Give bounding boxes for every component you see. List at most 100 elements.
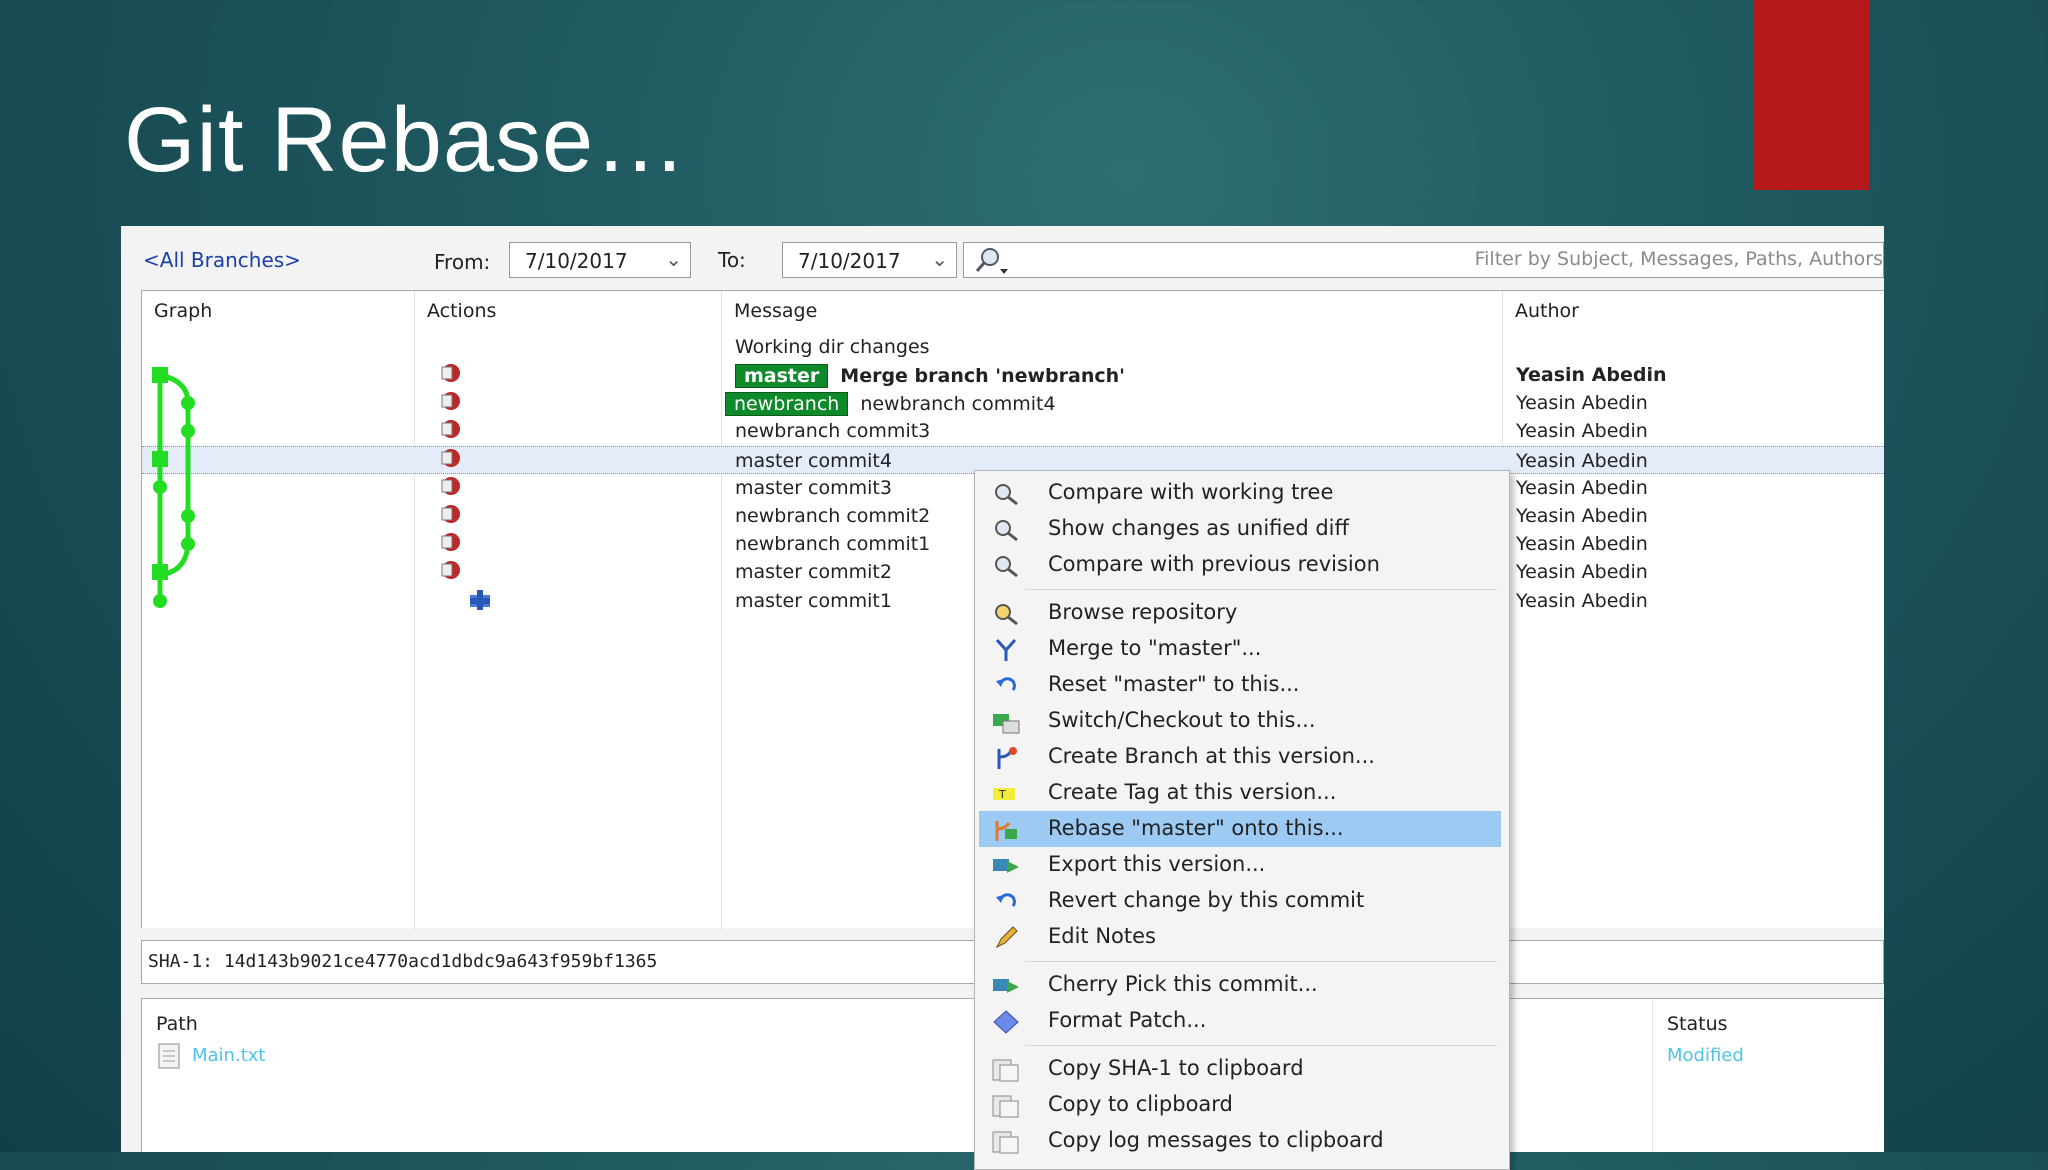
menu-item-label: Cherry Pick this commit... [1048, 972, 1318, 996]
menu-item-label: Create Tag at this version... [1048, 780, 1337, 804]
chevron-down-icon[interactable]: ⌄ [665, 247, 682, 271]
undo-arrow-icon [996, 893, 1016, 907]
from-label: From: [434, 250, 491, 274]
filter-placeholder: Filter by Subject, Messages, Paths, Auth… [1474, 248, 1883, 270]
menu-item-label: Copy SHA-1 to clipboard [1048, 1056, 1304, 1080]
menu-item-copy-clipboard[interactable]: Copy to clipboard [979, 1087, 1501, 1123]
commit-action-icon[interactable] [438, 476, 462, 498]
commit-action-icon[interactable] [438, 448, 462, 470]
menu-item-label: Copy to clipboard [1048, 1092, 1233, 1116]
column-header-path[interactable]: Path [156, 1013, 198, 1035]
menu-item-label: Format Patch... [1048, 1008, 1207, 1032]
menu-item-unified-diff[interactable]: Show changes as unified diff [979, 511, 1501, 547]
commit-author: Yeasin Abedin [1516, 533, 1648, 555]
menu-item-create-tag[interactable]: T Create Tag at this version... [979, 775, 1501, 811]
menu-item-label: Merge to "master"... [1048, 636, 1262, 660]
commit-action-icon[interactable] [438, 363, 462, 385]
menu-item-compare-working-tree[interactable]: Compare with working tree [979, 475, 1501, 511]
filter-input[interactable]: Filter by Subject, Messages, Paths, Auth… [963, 242, 1884, 278]
commit-message: newbranch commit4 [860, 393, 1056, 415]
toolbar: <All Branches> From: 7/10/2017 ⌄ To: 7/1… [121, 226, 1884, 286]
menu-separator [1025, 1045, 1497, 1046]
patch-icon [993, 1010, 1019, 1034]
file-name-link[interactable]: Main.txt [192, 1045, 265, 1066]
context-menu: Compare with working tree Show changes a… [974, 470, 1510, 1170]
menu-separator [1025, 961, 1497, 962]
commit-author: Yeasin Abedin [1516, 505, 1648, 527]
menu-item-label: Edit Notes [1048, 924, 1156, 948]
commit-action-icon[interactable] [438, 419, 462, 441]
merge-icon [995, 638, 1017, 661]
column-header-message[interactable]: Message [722, 291, 1502, 331]
menu-item-compare-previous[interactable]: Compare with previous revision [979, 547, 1501, 583]
commit-message: newbranch commit3 [735, 420, 931, 442]
menu-item-merge[interactable]: Merge to "master"... [979, 631, 1501, 667]
menu-item-label: Reset "master" to this... [1048, 672, 1300, 696]
menu-item-label: Browse repository [1048, 600, 1238, 624]
clipboard-icon [992, 1059, 1019, 1082]
magnifier-icon [995, 520, 1018, 542]
menu-item-reset[interactable]: Reset "master" to this... [979, 667, 1501, 703]
menu-item-revert[interactable]: Revert change by this commit [979, 883, 1501, 919]
branch-tag-newbranch: newbranch [725, 392, 849, 416]
menu-item-label: Compare with working tree [1048, 480, 1334, 504]
column-header-author[interactable]: Author [1503, 291, 1883, 331]
text-file-icon [158, 1043, 180, 1069]
commit-message: master commit3 [735, 477, 892, 499]
commit-message: Working dir changes [735, 336, 930, 358]
menu-item-label: Compare with previous revision [1048, 552, 1380, 576]
commit-author: Yeasin Abedin [1516, 561, 1648, 583]
accent-block [1754, 0, 1869, 190]
commit-message: master commit2 [735, 561, 892, 583]
pencil-icon [995, 926, 1018, 949]
menu-item-copy-log-messages[interactable]: Copy log messages to clipboard [979, 1123, 1501, 1159]
slide-title: Git Rebase… [124, 89, 688, 191]
clipboard-icon [992, 1131, 1019, 1154]
commit-author: Yeasin Abedin [1516, 420, 1648, 442]
menu-separator [1025, 589, 1497, 590]
commit-author: Yeasin Abedin [1516, 450, 1648, 472]
cherry-pick-icon [993, 979, 1019, 993]
commit-author: Yeasin Abedin [1516, 392, 1648, 414]
commit-author: Yeasin Abedin [1516, 364, 1667, 386]
file-status: Modified [1667, 1045, 1744, 1066]
add-commit-icon[interactable] [468, 589, 492, 611]
from-date-picker[interactable]: 7/10/2017 ⌄ [509, 242, 691, 278]
chevron-down-icon[interactable]: ⌄ [931, 247, 948, 271]
branch-icon [997, 747, 1017, 769]
browse-repository-icon [995, 604, 1018, 626]
to-label: To: [718, 248, 746, 272]
to-date-value: 7/10/2017 [798, 249, 901, 273]
menu-item-label: Show changes as unified diff [1048, 516, 1349, 540]
clipboard-icon [992, 1095, 1019, 1118]
menu-item-label: Switch/Checkout to this... [1048, 708, 1316, 732]
column-header-actions[interactable]: Actions [415, 291, 721, 331]
svg-text:T: T [998, 788, 1006, 801]
menu-item-create-branch[interactable]: Create Branch at this version... [979, 739, 1501, 775]
branch-filter-link[interactable]: <All Branches> [143, 248, 301, 272]
menu-item-copy-sha[interactable]: Copy SHA-1 to clipboard [979, 1051, 1501, 1087]
commit-action-icon[interactable] [438, 504, 462, 526]
commit-author: Yeasin Abedin [1516, 477, 1648, 499]
switch-checkout-icon [993, 714, 1020, 734]
menu-item-edit-notes[interactable]: Edit Notes [979, 919, 1501, 955]
search-icon[interactable] [972, 245, 1010, 275]
menu-item-export[interactable]: Export this version... [979, 847, 1501, 883]
menu-item-switch-checkout[interactable]: Switch/Checkout to this... [979, 703, 1501, 739]
commit-message: newbranch commit2 [735, 505, 931, 527]
magnifier-icon [995, 556, 1018, 578]
to-date-picker[interactable]: 7/10/2017 ⌄ [782, 242, 957, 278]
menu-item-rebase[interactable]: Rebase "master" onto this... [979, 811, 1501, 847]
from-date-value: 7/10/2017 [525, 249, 628, 273]
menu-item-format-patch[interactable]: Format Patch... [979, 1003, 1501, 1039]
menu-item-browse-repository[interactable]: Browse repository [979, 595, 1501, 631]
menu-item-cherry-pick[interactable]: Cherry Pick this commit... [979, 967, 1501, 1003]
commit-message: master commit1 [735, 590, 892, 612]
column-header-status[interactable]: Status [1667, 1013, 1728, 1035]
commit-action-icon[interactable] [438, 532, 462, 554]
tag-icon: T [993, 788, 1015, 801]
magnifier-icon [995, 484, 1018, 506]
commit-action-icon[interactable] [438, 560, 462, 582]
menu-item-label: Revert change by this commit [1048, 888, 1365, 912]
commit-action-icon[interactable] [438, 391, 462, 413]
